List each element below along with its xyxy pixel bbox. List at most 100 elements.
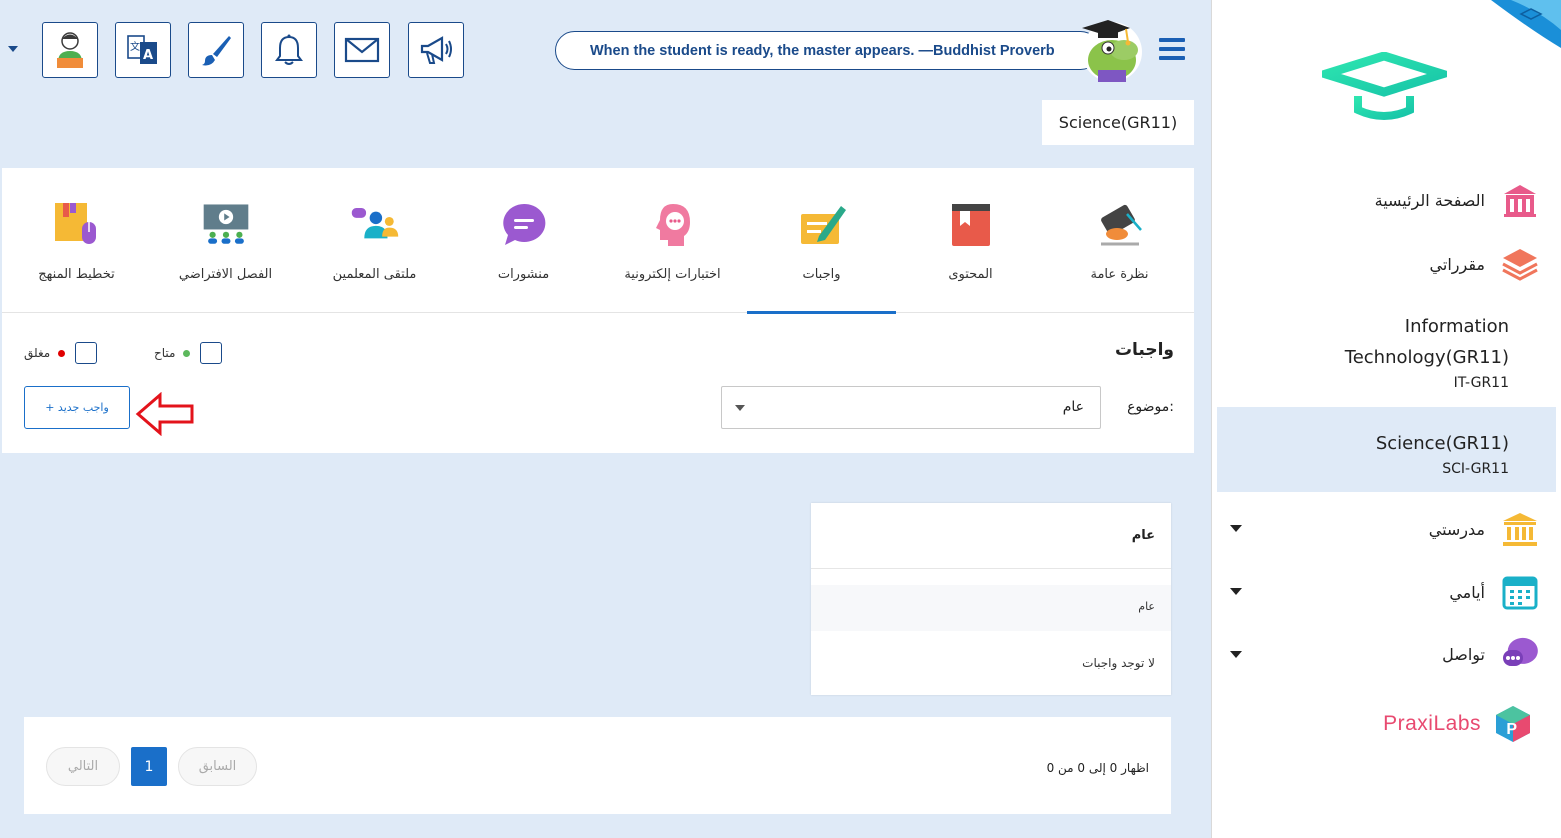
tab-label: منشورات: [497, 267, 550, 282]
closed-checkbox[interactable]: [75, 342, 98, 364]
sidebar-course-it[interactable]: Information Technology(GR11) IT-GR11: [1345, 311, 1509, 391]
megaphone-icon: [420, 36, 452, 64]
svg-text:A: A: [143, 48, 153, 63]
svg-text:P: P: [1506, 721, 1517, 738]
expand-my-days-caret[interactable]: [1230, 588, 1242, 595]
card-header: عام: [1131, 528, 1155, 543]
course-code: IT-GR11: [1453, 375, 1509, 391]
card-divider: [811, 568, 1171, 569]
tab-content[interactable]: المحتوى: [896, 168, 1045, 313]
sidebar-item-label: مدرستي: [1428, 519, 1485, 539]
tab-label: واجبات: [802, 267, 841, 282]
tab-label: المحتوى: [948, 267, 993, 282]
announcements-button[interactable]: [408, 22, 464, 78]
next-page-button[interactable]: التالي: [46, 747, 120, 786]
svg-text:文: 文: [130, 40, 140, 53]
available-dot: [183, 349, 191, 357]
course-code: SCI-GR11: [1442, 461, 1509, 477]
teachers-icon: [351, 208, 398, 239]
tab-curriculum-planning[interactable]: تخطيط المنهج: [2, 168, 151, 313]
current-course-badge: Science(GR11): [1042, 100, 1194, 145]
previous-page-button[interactable]: السابق: [178, 747, 257, 786]
tab-teachers-forum[interactable]: ملتقى المعلمين: [300, 168, 449, 313]
sidebar-item-home[interactable]: الصفحة الرئيسية: [1375, 179, 1541, 221]
course-tabs: نظرة عامة المحتوى واجبات اختبارات إلكترو…: [2, 168, 1194, 314]
brand-logo: [1322, 52, 1447, 120]
tab-label: نظرة عامة: [1090, 267, 1149, 282]
dragon-mascot-icon: [1082, 20, 1142, 82]
curriculum-icon: [54, 203, 96, 244]
homework-topic-card: عام عام لا توجد واجبات: [811, 503, 1171, 695]
sidebar-item-my-days[interactable]: أيامي: [1449, 571, 1541, 613]
book-icon: [951, 204, 990, 246]
legend-closed: مغلق: [24, 342, 98, 364]
school-building-icon: [1499, 179, 1541, 221]
sidebar-item-label: تواصل: [1442, 644, 1485, 664]
topic-selected-value: عام: [1062, 399, 1084, 415]
calendar-icon: [1499, 571, 1541, 613]
section-title: واجبات: [1114, 340, 1174, 360]
corner-fold-decoration: [1491, 0, 1561, 48]
teacher-profile-icon: [57, 32, 83, 68]
sidebar-item-label: الصفحة الرئيسية: [1374, 190, 1485, 210]
praxilabs-link[interactable]: P PraxiLabs: [1383, 704, 1533, 744]
sidebar: الصفحة الرئيسية مقرراتي Information Tech…: [1211, 0, 1561, 838]
mail-icon: [344, 37, 380, 63]
theme-brush-button[interactable]: [188, 22, 244, 78]
columns-building-icon: [1499, 508, 1541, 550]
virtual-class-icon: [203, 204, 248, 244]
sidebar-item-my-courses[interactable]: مقرراتي: [1430, 243, 1541, 285]
sidebar-item-label: مقرراتي: [1429, 254, 1485, 274]
quiz-icon: [655, 204, 690, 246]
tab-label: ملتقى المعلمين: [332, 267, 417, 282]
topic-select[interactable]: عام: [721, 386, 1101, 429]
tab-label: اختبارات إلكترونية: [624, 267, 721, 282]
praxilabs-label: PraxiLabs: [1383, 712, 1481, 735]
course-name-line1: Information: [1404, 316, 1509, 337]
profile-button[interactable]: [42, 22, 98, 78]
messages-button[interactable]: [334, 22, 390, 78]
quote-text: When the student is ready, the master ap…: [590, 42, 1055, 59]
card-topic-label: عام: [1138, 600, 1155, 613]
menu-hamburger-icon[interactable]: [1159, 38, 1185, 60]
empty-state-text: لا توجد واجبات: [1082, 656, 1155, 670]
dropdown-arrow-icon: [735, 405, 745, 411]
stacked-layers-icon: [1499, 243, 1541, 285]
pagination: اظهار 0 إلى 0 من 0 السابق 1 التالي: [24, 717, 1171, 814]
legend-label: متاح: [154, 346, 176, 360]
arrow-left-icon: [135, 392, 194, 436]
new-homework-button[interactable]: + واجب جديد: [24, 386, 130, 429]
sidebar-item-my-school[interactable]: مدرستي: [1429, 508, 1541, 550]
pagination-info: اظهار 0 إلى 0 من 0: [1046, 761, 1149, 775]
available-checkbox[interactable]: [200, 342, 223, 364]
closed-dot: [58, 349, 66, 357]
topic-label: موضوع:: [1127, 399, 1174, 415]
tab-virtual-class[interactable]: الفصل الافتراضي: [151, 168, 300, 313]
account-dropdown-caret[interactable]: [8, 46, 18, 52]
praxilabs-logo-icon: P: [1496, 706, 1530, 742]
legend-available: متاح: [154, 342, 223, 364]
tab-homework[interactable]: واجبات: [747, 168, 896, 314]
homework-icon: [800, 206, 846, 244]
chat-bubbles-icon: [1499, 633, 1541, 675]
quote-banner: When the student is ready, the master ap…: [555, 31, 1100, 70]
tab-label: الفصل الافتراضي: [178, 267, 273, 282]
translate-button[interactable]: A 文: [115, 22, 171, 78]
tab-posts[interactable]: منشورات: [449, 168, 598, 313]
page-number-button[interactable]: 1: [131, 747, 167, 786]
tab-quizzes[interactable]: اختبارات إلكترونية: [598, 168, 747, 313]
tab-label: تخطيط المنهج: [38, 267, 115, 282]
chat-bubble-icon: [502, 203, 545, 245]
course-name-line2: Technology(GR11): [1344, 347, 1509, 368]
sidebar-item-communication[interactable]: تواصل: [1442, 633, 1541, 675]
expand-communication-caret[interactable]: [1230, 651, 1242, 658]
notifications-button[interactable]: [261, 22, 317, 78]
sidebar-item-label: أيامي: [1449, 582, 1485, 602]
tab-overview[interactable]: نظرة عامة: [1045, 168, 1194, 313]
brush-icon: [202, 36, 231, 66]
course-name: Science(GR11): [1375, 433, 1509, 454]
bell-icon: [275, 34, 303, 65]
expand-my-school-caret[interactable]: [1230, 525, 1242, 532]
sidebar-course-science[interactable]: Science(GR11) SCI-GR11: [1376, 428, 1509, 477]
overview-icon: [1100, 204, 1142, 246]
